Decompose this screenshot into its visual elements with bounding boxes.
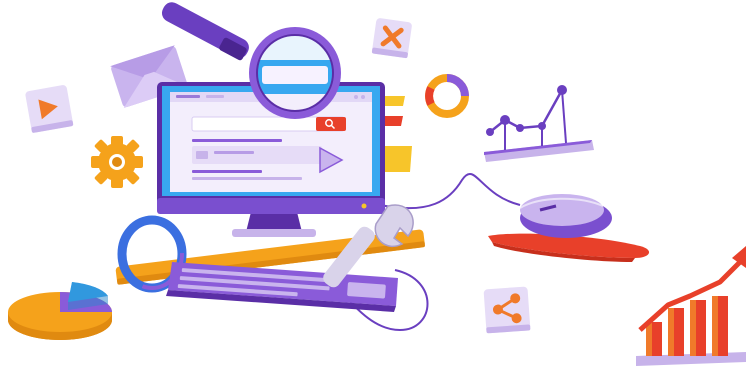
gear-icon bbox=[91, 136, 143, 188]
keyboard-icon bbox=[166, 262, 398, 312]
monitor-side-tabs bbox=[385, 96, 412, 172]
pie-chart-icon bbox=[8, 282, 112, 340]
play-card-icon bbox=[25, 85, 74, 133]
seo-illustration bbox=[8, 2, 746, 366]
computer-mouse-icon bbox=[519, 194, 612, 238]
close-card-icon bbox=[371, 18, 412, 59]
ring-chart-icon bbox=[425, 74, 469, 118]
line-chart-icon bbox=[484, 85, 594, 162]
share-card-icon bbox=[483, 286, 531, 334]
mouse-cable bbox=[379, 173, 521, 210]
bar-chart-growth-icon bbox=[636, 246, 746, 366]
